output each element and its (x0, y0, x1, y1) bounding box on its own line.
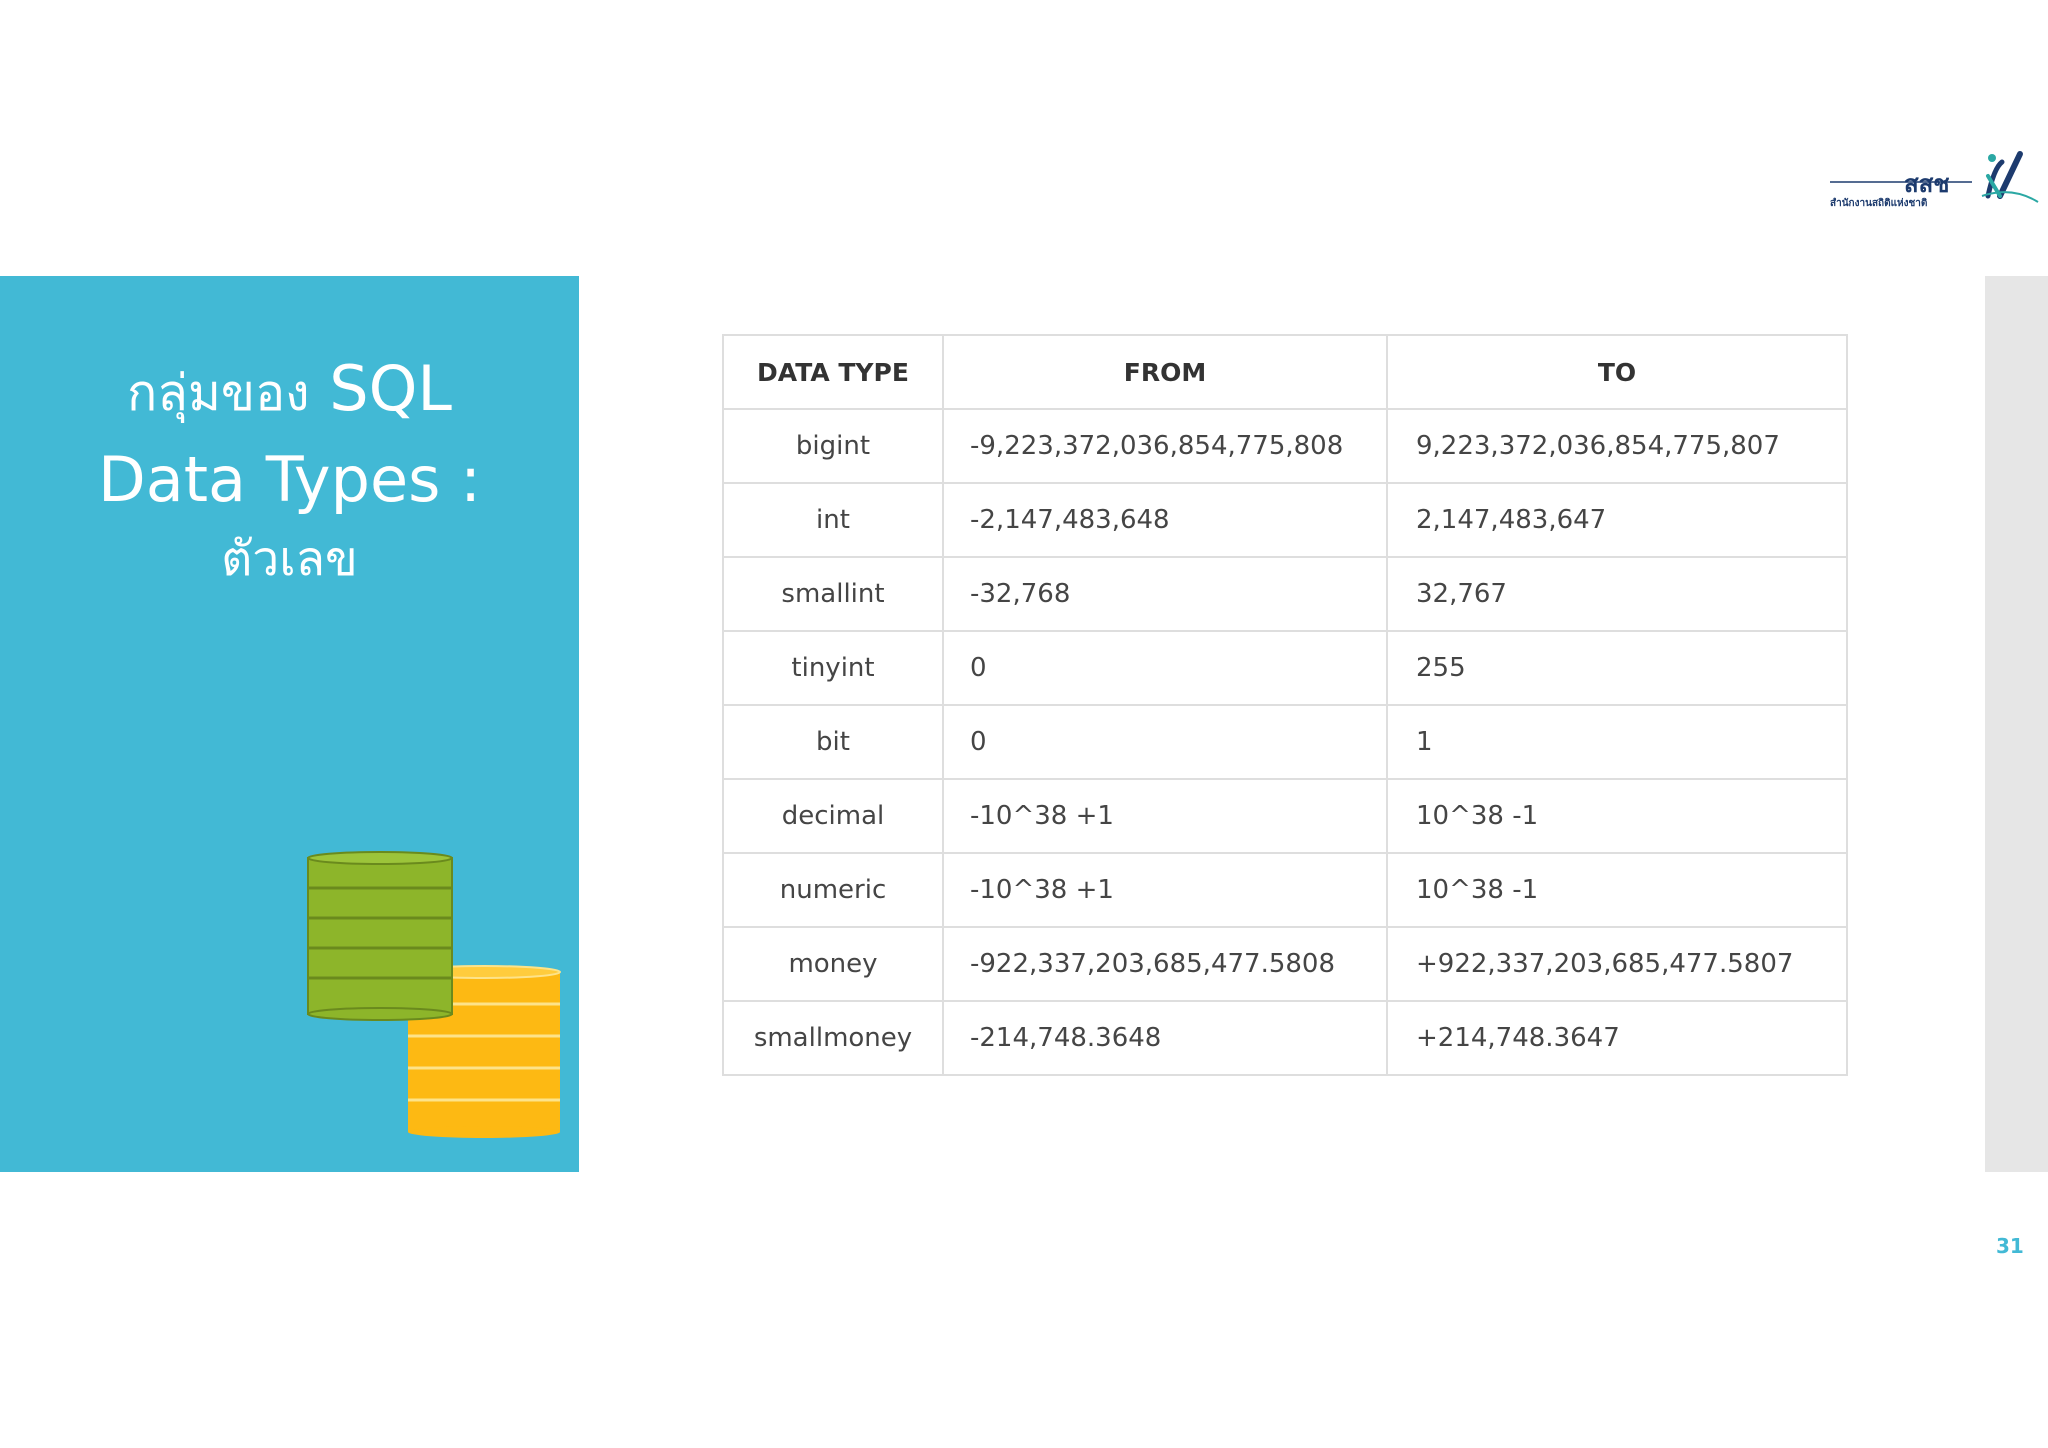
cell-from: -9,223,372,036,854,775,808 (942, 408, 1388, 484)
header-from: FROM (942, 334, 1388, 410)
slide-title: กลุ่มของ SQL Data Types : ตัวเลข (0, 346, 579, 594)
cell-type: decimal (722, 778, 944, 854)
cell-type: smallint (722, 556, 944, 632)
cell-to: 10^38 -1 (1386, 852, 1848, 928)
header-data-type: DATA TYPE (722, 334, 944, 410)
cell-to: 2,147,483,647 (1386, 482, 1848, 558)
table-row: int -2,147,483,648 2,147,483,647 (722, 482, 1848, 558)
cell-to: 9,223,372,036,854,775,807 (1386, 408, 1848, 484)
cell-to: 255 (1386, 630, 1848, 706)
cell-type: smallmoney (722, 1000, 944, 1076)
table-header-row: DATA TYPE FROM TO (722, 334, 1848, 410)
cell-type: bigint (722, 408, 944, 484)
logo-text: สสช (1904, 170, 1950, 198)
cell-from: -214,748.3648 (942, 1000, 1388, 1076)
cell-type: bit (722, 704, 944, 780)
cell-to: 10^38 -1 (1386, 778, 1848, 854)
decorative-strip (1985, 276, 2048, 1172)
logo-subtitle: สำนักงานสถิติแห่งชาติ (1830, 197, 1927, 209)
cell-from: 0 (942, 704, 1388, 780)
sql-numeric-types-table: DATA TYPE FROM TO bigint -9,223,372,036,… (722, 334, 1848, 1076)
page-number: 31 (1996, 1234, 2024, 1258)
cell-from: -32,768 (942, 556, 1388, 632)
title-panel: กลุ่มของ SQL Data Types : ตัวเลข (0, 276, 579, 1172)
table-row: smallint -32,768 32,767 (722, 556, 1848, 632)
cell-type: numeric (722, 852, 944, 928)
cell-to: +214,748.3647 (1386, 1000, 1848, 1076)
cell-to: +922,337,203,685,477.5807 (1386, 926, 1848, 1002)
cell-type: int (722, 482, 944, 558)
table-row: bit 0 1 (722, 704, 1848, 780)
cell-to: 32,767 (1386, 556, 1848, 632)
cell-type: money (722, 926, 944, 1002)
header-to: TO (1386, 334, 1848, 410)
table-row: smallmoney -214,748.3648 +214,748.3647 (722, 1000, 1848, 1076)
title-thai-prefix: กลุ่มของ (127, 364, 310, 422)
nso-logo: สสช สำนักงานสถิติแห่งชาติ (1822, 146, 2042, 212)
cell-type: tinyint (722, 630, 944, 706)
table-row: money -922,337,203,685,477.5808 +922,337… (722, 926, 1848, 1002)
cell-from: 0 (942, 630, 1388, 706)
title-numbers: ตัวเลข (221, 531, 358, 587)
cell-from: -922,337,203,685,477.5808 (942, 926, 1388, 1002)
cell-to: 1 (1386, 704, 1848, 780)
green-database-icon (307, 851, 453, 1021)
table-row: bigint -9,223,372,036,854,775,808 9,223,… (722, 408, 1848, 484)
nso-logo-icon (1981, 151, 2039, 203)
database-stack-icon (300, 850, 580, 1154)
table-row: decimal -10^38 +1 10^38 -1 (722, 778, 1848, 854)
cell-from: -2,147,483,648 (942, 482, 1388, 558)
table-row: tinyint 0 255 (722, 630, 1848, 706)
cell-from: -10^38 +1 (942, 778, 1388, 854)
title-data-types: Data Types : (97, 443, 482, 516)
table-row: numeric -10^38 +1 10^38 -1 (722, 852, 1848, 928)
cell-from: -10^38 +1 (942, 852, 1388, 928)
title-sql: SQL (329, 352, 452, 425)
